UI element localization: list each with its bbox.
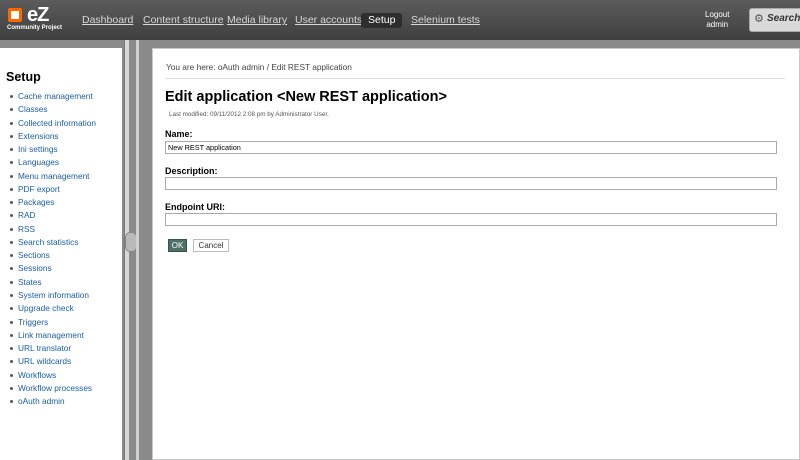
- logout-area: Logout admin: [705, 10, 729, 30]
- sidebar-item-url-translator[interactable]: URL translator: [8, 342, 96, 355]
- ok-button[interactable]: OK: [168, 239, 187, 252]
- sidebar-item-search-statistics[interactable]: Search statistics: [8, 236, 96, 249]
- cancel-button[interactable]: Cancel: [193, 239, 229, 252]
- sidebar-item-states[interactable]: States: [8, 276, 96, 289]
- name-label: Name:: [165, 129, 193, 139]
- name-input[interactable]: [165, 141, 777, 154]
- tab-selenium-tests[interactable]: Selenium tests: [404, 13, 487, 28]
- top-bar: eZ Community Project Dashboard Content s…: [0, 0, 800, 40]
- endpoint-uri-label: Endpoint URI:: [165, 202, 225, 212]
- breadcrumb: You are here: oAuth admin / Edit REST ap…: [166, 62, 352, 72]
- last-modified-info: Last modified: 09/11/2012 2:08 pm by Adm…: [169, 111, 329, 118]
- ez-logo[interactable]: eZ Community Project: [6, 4, 66, 35]
- tab-media-library[interactable]: Media library: [220, 13, 294, 28]
- sidebar-item-ini-settings[interactable]: Ini settings: [8, 143, 96, 156]
- gear-icon: ⚙: [754, 13, 764, 25]
- page-title: Edit application <New REST application>: [165, 89, 447, 105]
- sidebar-item-sessions[interactable]: Sessions: [8, 262, 96, 275]
- sidebar-item-system-information[interactable]: System information: [8, 289, 96, 302]
- sidebar-item-triggers[interactable]: Triggers: [8, 316, 96, 329]
- description-label: Description:: [165, 166, 218, 176]
- sidebar-item-rad[interactable]: RAD: [8, 209, 96, 222]
- right-panel-divider: [136, 40, 139, 460]
- sidebar-item-menu-management[interactable]: Menu management: [8, 170, 96, 183]
- sidebar-item-languages[interactable]: Languages: [8, 156, 96, 169]
- ez-logo-icon: [8, 8, 22, 22]
- sidebar-item-oauth-admin[interactable]: oAuth admin: [8, 395, 96, 408]
- sidebar-item-upgrade-check[interactable]: Upgrade check: [8, 302, 96, 315]
- tab-content-structure[interactable]: Content structure: [136, 13, 231, 28]
- left-sidebar: Setup Cache management Classes Collected…: [0, 48, 122, 460]
- sidebar-item-collected-information[interactable]: Collected information: [8, 117, 96, 130]
- search-label: Search: [767, 13, 800, 24]
- current-user: admin: [706, 20, 729, 29]
- endpoint-uri-input[interactable]: [165, 213, 777, 226]
- main-content: You are here: oAuth admin / Edit REST ap…: [152, 48, 800, 460]
- search-button[interactable]: ⚙ Search: [749, 8, 800, 32]
- sidebar-item-url-wildcards[interactable]: URL wildcards: [8, 355, 96, 368]
- sidebar-item-workflow-processes[interactable]: Workflow processes: [8, 382, 96, 395]
- sidebar-item-pdf-export[interactable]: PDF export: [8, 183, 96, 196]
- sidebar-item-sections[interactable]: Sections: [8, 249, 96, 262]
- logo-subtitle: Community Project: [7, 25, 63, 31]
- tab-setup[interactable]: Setup: [361, 13, 403, 28]
- sidebar-item-extensions[interactable]: Extensions: [8, 130, 96, 143]
- sidebar-item-packages[interactable]: Packages: [8, 196, 96, 209]
- sidebar-item-rss[interactable]: RSS: [8, 223, 96, 236]
- tab-user-accounts[interactable]: User accounts: [288, 13, 369, 28]
- logout-link[interactable]: Logout: [705, 10, 729, 20]
- sidebar-item-link-management[interactable]: Link management: [8, 329, 96, 342]
- sidebar-title: Setup: [6, 70, 41, 84]
- sidebar-menu: Cache management Classes Collected infor…: [8, 90, 96, 408]
- tab-dashboard[interactable]: Dashboard: [75, 13, 140, 28]
- description-input[interactable]: [165, 177, 777, 190]
- sidebar-item-workflows[interactable]: Workflows: [8, 369, 96, 382]
- sidebar-item-classes[interactable]: Classes: [8, 103, 96, 116]
- sidebar-item-cache-management[interactable]: Cache management: [8, 90, 96, 103]
- logo-text: eZ: [27, 4, 49, 26]
- breadcrumb-divider: [165, 78, 785, 79]
